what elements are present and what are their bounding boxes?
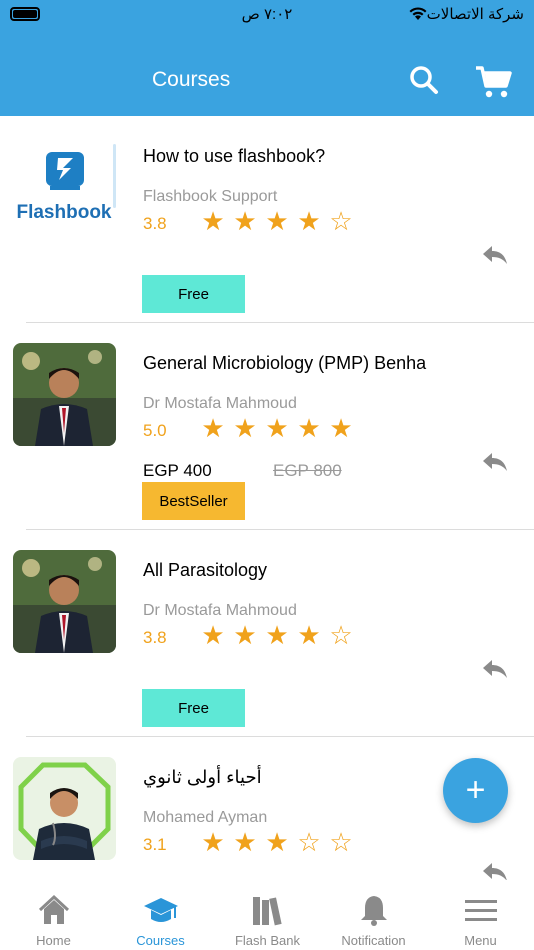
rating-stars: ★ ★ ★ ★ ☆ (200, 208, 354, 234)
tab-courses[interactable]: Courses (107, 880, 214, 950)
tab-label: Notification (341, 933, 406, 948)
tab-notification[interactable]: Notification (320, 880, 427, 950)
share-icon[interactable] (482, 244, 508, 266)
rating-stars: ★ ★ ★ ★ ★ (200, 415, 354, 441)
rating-stars: ★ ★ ★ ★ ☆ (200, 622, 354, 648)
graduation-cap-icon (143, 898, 178, 922)
search-icon[interactable] (408, 64, 440, 96)
star-empty-icon: ☆ (297, 827, 321, 857)
star-filled-icon: ★ (265, 620, 289, 650)
star-filled-icon: ★ (297, 620, 321, 650)
books-icon (252, 897, 282, 926)
course-thumbnail (13, 757, 116, 860)
star-filled-icon: ★ (201, 620, 225, 650)
page-title: Courses (152, 68, 231, 91)
carrier-name: شركة الاتصالات (426, 6, 524, 23)
tab-label: Menu (464, 933, 497, 948)
course-title: All Parasitology (143, 560, 268, 580)
tab-label: Home (36, 933, 71, 948)
status-bar: ٧:٠٢ ص شركة الاتصالات (0, 0, 534, 30)
instructor-photo (13, 343, 116, 446)
star-filled-icon: ★ (329, 413, 353, 443)
home-icon (38, 894, 69, 924)
course-old-price: EGP 800 (273, 461, 342, 480)
course-author: Flashbook Support (143, 188, 278, 205)
star-filled-icon: ★ (297, 413, 321, 443)
rating-value: 3.8 (143, 214, 167, 233)
star-filled-icon: ★ (233, 620, 257, 650)
tab-flash-bank[interactable]: Flash Bank (214, 880, 321, 950)
course-badge: BestSeller (142, 482, 245, 520)
star-filled-icon: ★ (265, 413, 289, 443)
tab-bar: Home Courses Flash Bank Notification Men… (0, 880, 534, 950)
share-icon[interactable] (482, 451, 508, 473)
hamburger-icon (464, 900, 497, 921)
bell-icon (360, 896, 387, 926)
course-thumbnail: Flashbook (13, 136, 116, 239)
course-title: أحياء أولى ثانوي (143, 767, 262, 787)
cart-icon[interactable] (474, 64, 514, 100)
course-title: How to use flashbook? (143, 146, 326, 166)
course-badge: Free (142, 275, 245, 313)
instructor-photo (13, 757, 116, 860)
course-price: EGP 400 (143, 461, 212, 480)
star-filled-icon: ★ (265, 206, 289, 236)
course-thumbnail (13, 343, 116, 446)
star-filled-icon: ★ (233, 827, 257, 857)
star-filled-icon: ★ (265, 827, 289, 857)
star-filled-icon: ★ (201, 413, 225, 443)
tab-menu[interactable]: Menu (427, 880, 534, 950)
course-author: Mohamed Ayman (143, 809, 268, 826)
course-author: Dr Mostafa Mahmoud (143, 395, 297, 412)
course-card[interactable]: Flashbook How to use flashbook? Flashboo… (0, 116, 534, 323)
tab-label: Flash Bank (234, 933, 301, 948)
course-badge: Free (142, 689, 245, 727)
star-filled-icon: ★ (201, 827, 225, 857)
star-empty-icon: ☆ (329, 620, 353, 650)
course-card[interactable]: All Parasitology Dr Mostafa Mahmoud 3.8 … (0, 530, 534, 737)
wifi-icon (409, 7, 427, 20)
thumb-edge (113, 144, 116, 208)
course-card[interactable]: General Microbiology (PMP) Benha Dr Most… (0, 323, 534, 530)
rating-stars: ★ ★ ★ ☆ ☆ (200, 829, 354, 855)
rating-value: 3.1 (143, 835, 167, 854)
svg-text:Flashbook: Flashbook (16, 202, 111, 223)
flashbook-logo: Flashbook (16, 152, 112, 223)
star-empty-icon: ☆ (329, 827, 353, 857)
star-filled-icon: ★ (233, 413, 257, 443)
rating-value: 3.8 (143, 628, 167, 647)
star-filled-icon: ★ (201, 206, 225, 236)
instructor-photo (13, 550, 116, 653)
course-thumbnail (13, 550, 116, 653)
course-author: Dr Mostafa Mahmoud (143, 602, 297, 619)
course-title: General Microbiology (PMP) Benha (143, 353, 427, 373)
tab-home[interactable]: Home (0, 880, 107, 950)
rating-value: 5.0 (143, 421, 167, 440)
add-button[interactable]: + (443, 758, 508, 823)
star-filled-icon: ★ (233, 206, 257, 236)
share-icon[interactable] (482, 658, 508, 680)
tab-label: Courses (136, 933, 185, 948)
star-empty-icon: ☆ (329, 206, 353, 236)
star-filled-icon: ★ (297, 206, 321, 236)
nav-bar: Courses (0, 30, 534, 116)
